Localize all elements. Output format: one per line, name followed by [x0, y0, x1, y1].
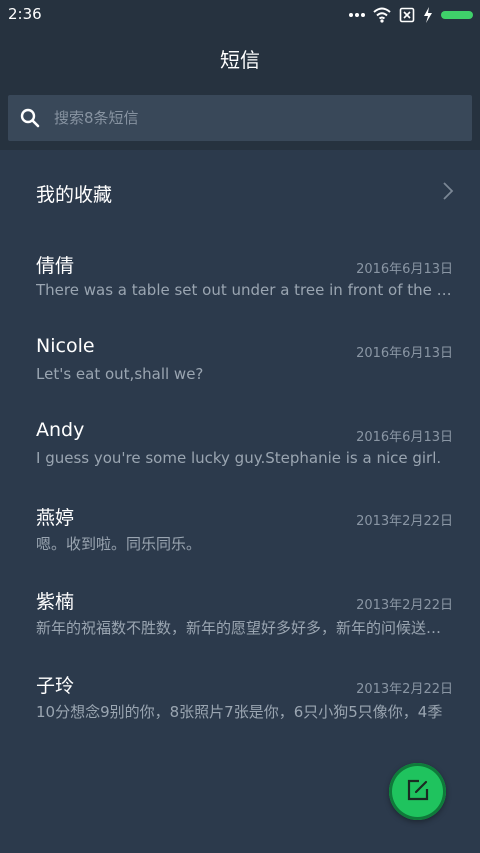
message-item[interactable]: Nicole 2016年6月13日 Let's eat out,shall we… — [0, 318, 480, 402]
message-sender: Nicole — [36, 335, 95, 357]
message-preview: I guess you're some lucky guy.Stephanie … — [36, 449, 442, 467]
message-sender: 紫楠 — [36, 591, 75, 613]
message-preview: 10分想念9别的你，8张照片7张是你，6只小狗5只像你，4季 — [36, 703, 443, 721]
chevron-right-icon — [442, 181, 454, 201]
more-dots-icon — [349, 12, 365, 18]
search-input[interactable] — [54, 95, 454, 141]
search-icon — [20, 108, 40, 128]
favorites-label: 我的收藏 — [36, 184, 113, 206]
message-date: 2016年6月13日 — [356, 430, 453, 445]
message-sender: 燕婷 — [36, 507, 75, 529]
no-sim-icon — [399, 7, 415, 23]
charging-icon — [423, 7, 433, 23]
message-preview: Let's eat out,shall we? — [36, 365, 204, 383]
message-item[interactable]: 紫楠 2013年2月22日 新年的祝福数不胜数，新年的愿望好多好多，新年的问候送… — [0, 570, 480, 654]
wifi-icon — [373, 7, 391, 23]
message-date: 2016年6月13日 — [356, 346, 453, 361]
message-date: 2013年2月22日 — [356, 598, 453, 613]
message-sender: Andy — [36, 419, 85, 441]
page-title: 短信 — [220, 48, 260, 72]
message-date: 2013年2月22日 — [356, 514, 453, 529]
compose-button[interactable] — [389, 763, 446, 820]
messages-screen: 2:36 短信 搜索8条短信 我的收藏 倩倩 2016年6月13日 There … — [0, 0, 480, 853]
battery-icon — [441, 11, 473, 19]
message-list: 倩倩 2016年6月13日 There was a table set out … — [0, 234, 480, 738]
message-preview: 嗯。收到啦。同乐同乐。 — [36, 535, 202, 553]
message-item[interactable]: Andy 2016年6月13日 I guess you're some luck… — [0, 402, 480, 486]
search-box[interactable] — [8, 95, 472, 141]
status-icons — [349, 6, 473, 24]
status-bar: 2:36 — [0, 0, 480, 30]
compose-icon — [406, 778, 430, 806]
message-preview: There was a table set out under a tree i… — [36, 281, 452, 299]
message-date: 2013年2月22日 — [356, 682, 453, 697]
message-sender: 子玲 — [36, 675, 75, 697]
app-header: 短信 — [0, 30, 480, 86]
message-sender: 倩倩 — [36, 255, 75, 277]
message-item[interactable]: 子玲 2013年2月22日 10分想念9别的你，8张照片7张是你，6只小狗5只像… — [0, 654, 480, 738]
message-preview: 新年的祝福数不胜数，新年的愿望好多好多，新年的问候送给你 — [36, 619, 452, 637]
status-time: 2:36 — [8, 5, 42, 23]
search-area — [0, 86, 480, 150]
message-item[interactable]: 倩倩 2016年6月13日 There was a table set out … — [0, 234, 480, 318]
message-date: 2016年6月13日 — [356, 262, 453, 277]
message-item[interactable]: 燕婷 2013年2月22日 嗯。收到啦。同乐同乐。 — [0, 486, 480, 570]
favorites-row[interactable]: 我的收藏 — [0, 150, 480, 234]
